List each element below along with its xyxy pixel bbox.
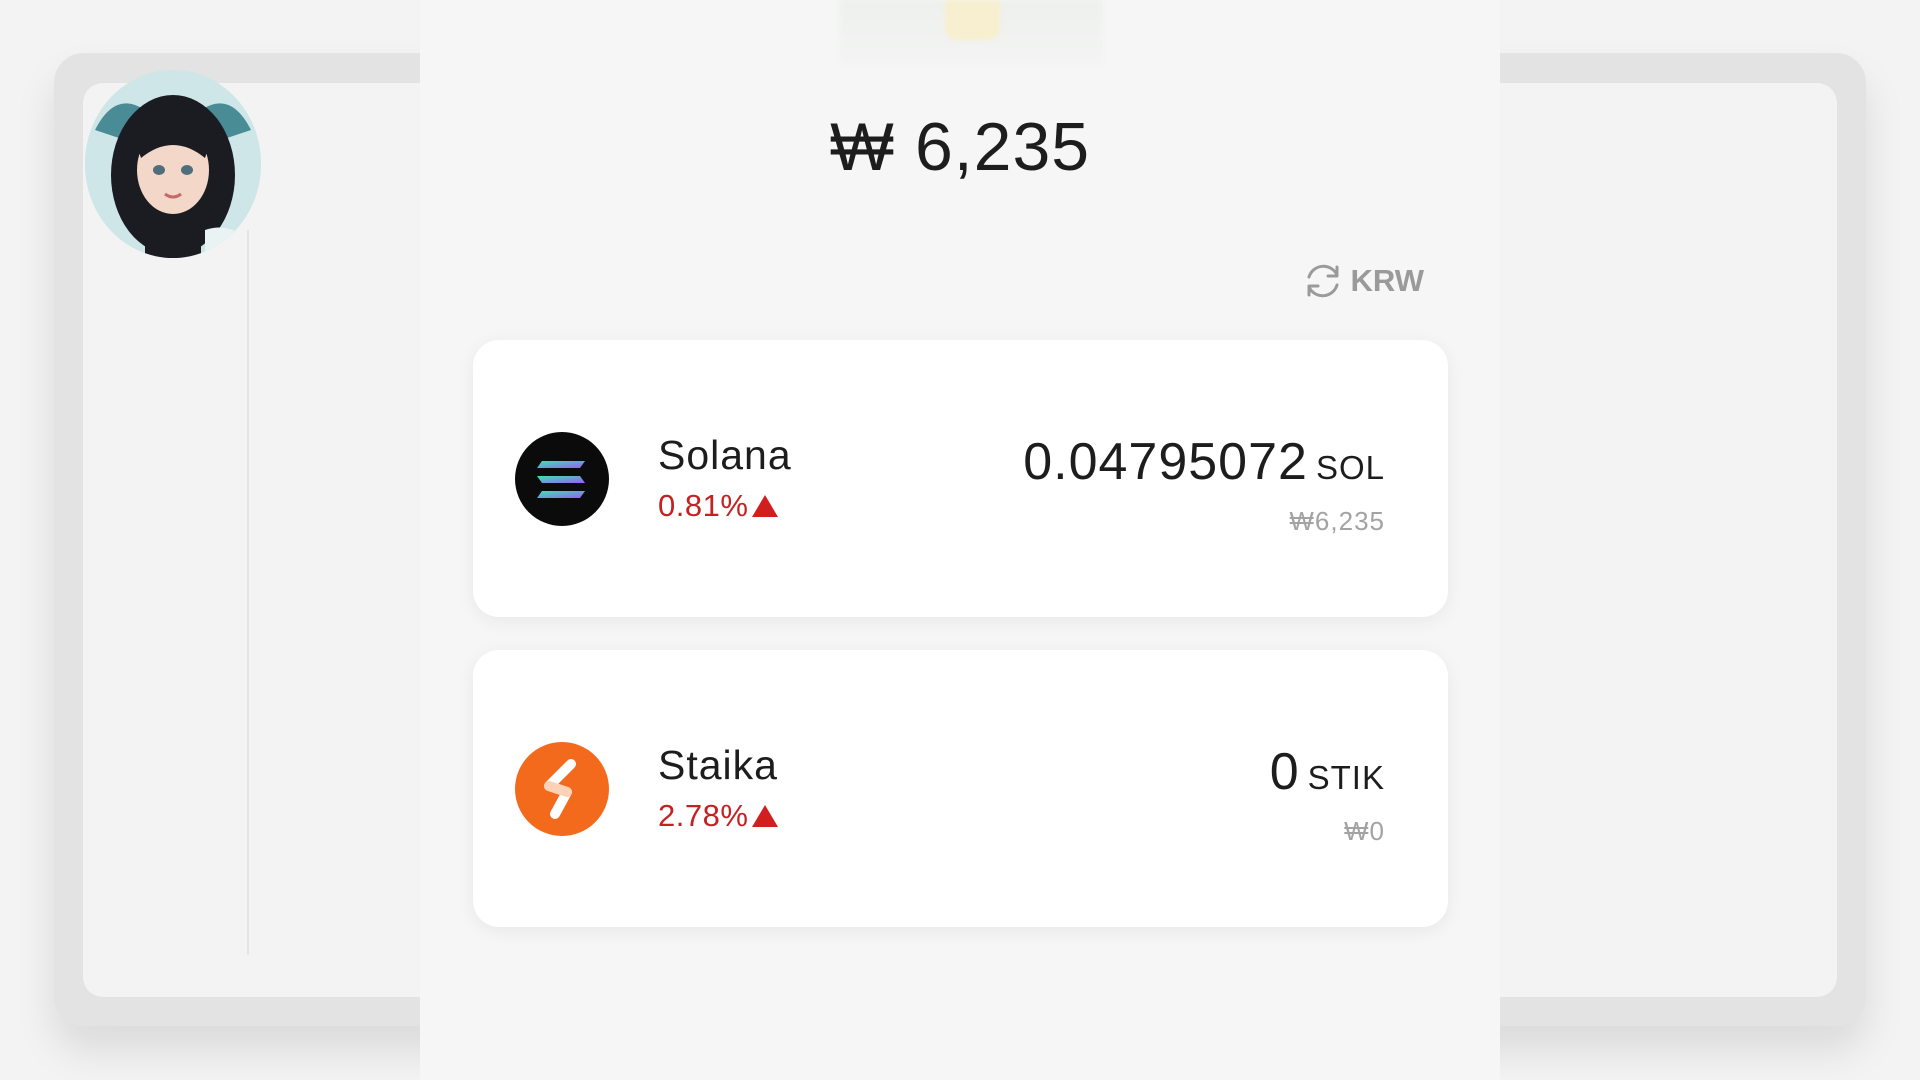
refresh-icon (1307, 264, 1339, 298)
background-divider (247, 230, 249, 955)
wallet-panel: ₩ 6,235 KRW Solana 0.81% 0.04795072 SOL … (420, 0, 1500, 1080)
asset-card-solana[interactable]: Solana 0.81% 0.04795072 SOL ₩6,235 (473, 340, 1448, 617)
solana-logo-icon (515, 432, 609, 526)
currency-toggle-button[interactable]: KRW (1301, 259, 1424, 303)
total-balance: ₩ 6,235 (829, 109, 1091, 185)
asset-unit: SOL (1315, 449, 1385, 486)
asset-name: Staika (658, 742, 778, 788)
arrow-up-icon (752, 495, 779, 517)
asset-amount: 0.04795072 (1023, 433, 1308, 491)
staika-logo-icon (515, 742, 609, 836)
asset-change: 2.78% (658, 798, 779, 834)
asset-fiat-value: ₩6,235 (1289, 506, 1385, 536)
asset-unit: STIK (1307, 759, 1385, 796)
asset-change-value: 0.81% (658, 488, 749, 523)
currency-label: KRW (1350, 263, 1424, 298)
asset-name: Solana (658, 432, 792, 478)
blurred-header-image (840, 0, 1102, 64)
asset-change-value: 2.78% (658, 798, 749, 833)
asset-amount-row: 0 STIK (1270, 742, 1385, 802)
screen: ₩ 6,235 KRW Solana 0.81% 0.04795072 SOL … (0, 0, 1920, 1080)
arrow-up-icon (752, 805, 779, 827)
asset-amount: 0 (1269, 743, 1300, 801)
avatar-illustration-icon (85, 70, 261, 258)
avatar[interactable] (85, 70, 261, 258)
asset-amount-row: 0.04795072 SOL (1023, 432, 1385, 492)
blurred-header-blob (945, 0, 1000, 40)
asset-fiat-value: ₩0 (1344, 816, 1385, 846)
asset-card-staika[interactable]: Staika 2.78% 0 STIK ₩0 (473, 650, 1448, 927)
asset-change: 0.81% (658, 488, 779, 524)
